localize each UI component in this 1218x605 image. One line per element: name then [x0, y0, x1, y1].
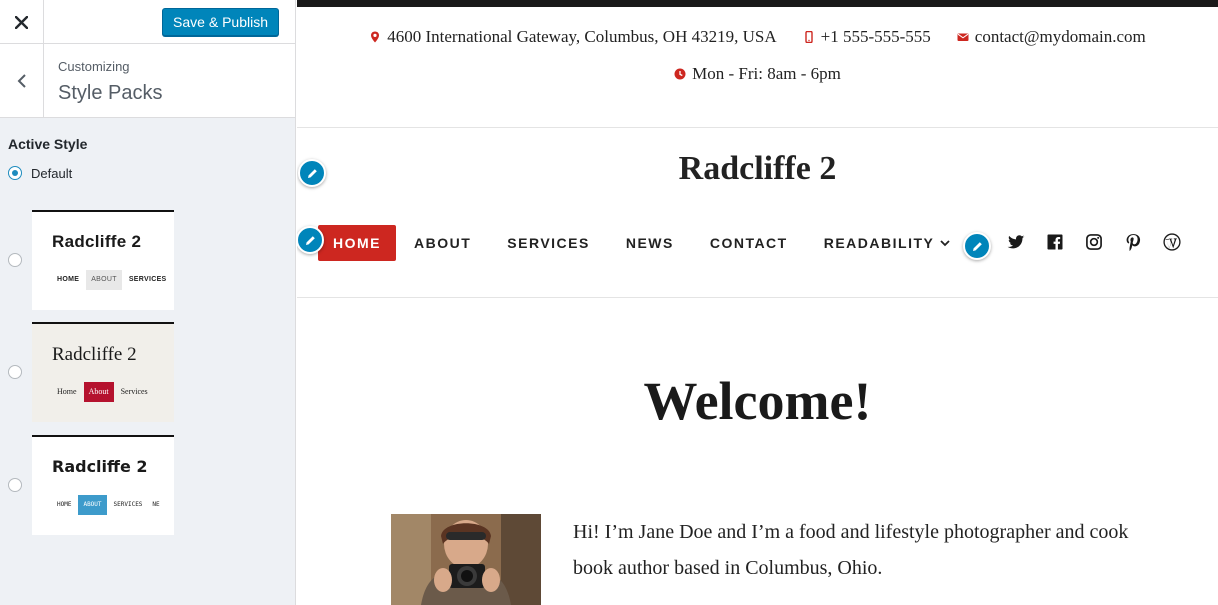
nav-item-news[interactable]: NEWS — [608, 225, 692, 261]
pencil-icon — [305, 235, 315, 245]
thumb-nav-item: HOME — [57, 276, 80, 283]
style-thumbnail-2[interactable]: Radcliffe 2 Home About Services — [32, 322, 174, 422]
back-button[interactable] — [0, 44, 44, 117]
nav-item-contact[interactable]: CONTACT — [692, 225, 806, 261]
style-pack-controls: Active Style Default — [0, 118, 295, 181]
thumb-nav-item-active: ABOUT — [78, 495, 107, 515]
phone-text[interactable]: +1 555-555-555 — [821, 27, 931, 47]
mobile-phone-icon — [804, 31, 813, 43]
contact-info-bar: 4600 International Gateway, Columbus, OH… — [297, 27, 1218, 128]
active-style-heading: Active Style — [8, 136, 88, 152]
header-divider — [297, 297, 1218, 298]
hours-text: Mon - Fri: 8am - 6pm — [692, 64, 841, 83]
nav-item-services[interactable]: SERVICES — [489, 225, 608, 261]
hours-row: Mon - Fri: 8am - 6pm — [297, 64, 1218, 84]
nav-item-readability-label: READABILITY — [823, 235, 935, 251]
style-thumbnail-1[interactable]: Radcliffe 2 HOME ABOUT SERVICES — [32, 210, 174, 310]
section-header: Customizing Style Packs — [0, 44, 295, 118]
thumb-nav-item: SERVICES — [128, 276, 167, 283]
style-option-3[interactable]: Radcliffe 2 HOME ABOUT SERVICES NE — [8, 435, 174, 535]
thumb-nav-item: NE — [152, 501, 160, 508]
pencil-icon — [972, 241, 982, 251]
thumb-nav-item: Home — [57, 387, 77, 396]
style-option-default[interactable]: Default — [8, 165, 295, 181]
customizing-label: Customizing — [58, 59, 130, 74]
page-heading: Welcome! — [643, 371, 872, 431]
nav-item-about[interactable]: ABOUT — [396, 225, 489, 261]
thumb-title: Radcliffe 2 — [52, 457, 148, 476]
close-icon — [15, 15, 28, 29]
thumb-nav-item: Services — [120, 387, 148, 396]
facebook-icon — [1047, 234, 1063, 250]
radio-default[interactable] — [8, 166, 22, 180]
edit-site-title-shortcut[interactable] — [298, 159, 326, 187]
address-item: 4600 International Gateway, Columbus, OH… — [369, 27, 777, 47]
social-twitter[interactable] — [1005, 231, 1027, 253]
social-pinterest[interactable] — [1122, 231, 1144, 253]
phone-item: +1 555-555-555 — [803, 27, 931, 47]
intro-paragraph: Hi! I’m Jane Doe and I’m a food and life… — [573, 521, 1129, 579]
wordpress-icon — [1163, 233, 1181, 251]
save-publish-button[interactable]: Save & Publish — [162, 8, 279, 36]
site-title[interactable]: Radcliffe 2 — [297, 150, 1218, 188]
chevron-left-icon — [17, 73, 26, 88]
customizer-sidebar: Save & Publish Customizing Style Packs A… — [0, 0, 296, 605]
instagram-icon — [1086, 234, 1102, 250]
pinterest-icon — [1126, 234, 1141, 251]
nav-item-readability[interactable]: READABILITY — [806, 225, 969, 261]
map-pin-icon — [371, 31, 380, 43]
radio-style-2[interactable] — [8, 365, 22, 379]
thumb-nav-item-active: About — [83, 382, 114, 402]
social-facebook[interactable] — [1044, 231, 1066, 253]
style-option-2[interactable]: Radcliffe 2 Home About Services — [8, 322, 174, 422]
thumb-title: Radcliffe 2 — [52, 344, 137, 365]
chevron-down-icon — [940, 239, 950, 246]
site-preview: 4600 International Gateway, Columbus, OH… — [297, 0, 1218, 605]
address-text: 4600 International Gateway, Columbus, OH… — [387, 27, 777, 46]
style-option-1[interactable]: Radcliffe 2 HOME ABOUT SERVICES — [8, 210, 174, 310]
thumb-nav-item-active: ABOUT — [86, 270, 122, 290]
contact-row: 4600 International Gateway, Columbus, OH… — [297, 27, 1218, 47]
edit-menu-shortcut[interactable] — [297, 226, 324, 254]
thumb-nav: HOME ABOUT SERVICES — [52, 270, 172, 290]
customizer-header: Save & Publish — [0, 0, 295, 44]
photographer-image — [391, 514, 541, 605]
pencil-icon — [307, 168, 317, 178]
social-instagram[interactable] — [1083, 231, 1105, 253]
thumb-nav-item: SERVICES — [113, 501, 143, 508]
envelope-icon — [957, 33, 969, 41]
radio-style-1[interactable] — [8, 253, 22, 267]
email-link[interactable]: contact@mydomain.com — [975, 27, 1146, 47]
close-customizer-button[interactable] — [0, 0, 44, 44]
default-label: Default — [31, 165, 73, 181]
author-photo — [391, 514, 541, 605]
thumb-title: Radcliffe 2 — [52, 232, 142, 251]
style-thumbnail-3[interactable]: Radcliffe 2 HOME ABOUT SERVICES NE — [32, 435, 174, 535]
nav-item-home[interactable]: HOME — [318, 225, 396, 261]
clock-icon — [674, 68, 686, 80]
top-bar — [297, 0, 1218, 7]
edit-social-menu-shortcut[interactable] — [963, 232, 991, 260]
thumb-nav: Home About Services — [52, 382, 153, 402]
primary-nav: HOME ABOUT SERVICES NEWS CONTACT READABI… — [318, 225, 968, 261]
hours-item: Mon - Fri: 8am - 6pm — [674, 64, 841, 84]
social-links — [1005, 231, 1200, 253]
thumb-nav: HOME ABOUT SERVICES NE — [52, 495, 165, 515]
radio-style-3[interactable] — [8, 478, 22, 492]
twitter-icon — [1007, 235, 1025, 249]
social-wordpress[interactable] — [1161, 231, 1183, 253]
thumb-nav-item: HOME — [57, 501, 72, 508]
email-item: contact@mydomain.com — [957, 27, 1146, 47]
section-title: Style Packs — [58, 82, 163, 104]
